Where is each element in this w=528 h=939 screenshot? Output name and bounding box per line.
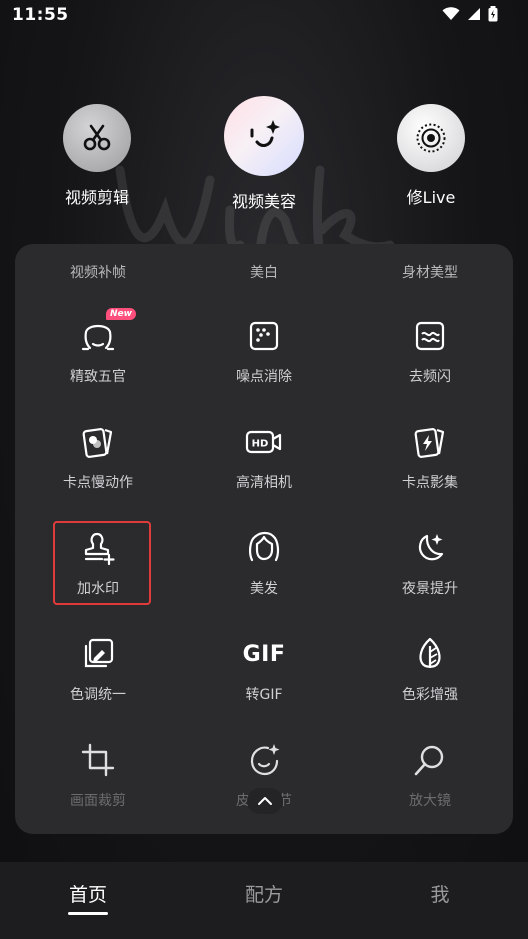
tool-color-enhance[interactable]: 色彩增强 <box>347 634 513 726</box>
slowmo-cards-icon <box>78 422 118 462</box>
tools-panel: 视频补帧 美白 身材美型 New 精致五官 噪点消除 去频闪 卡点慢动作 HD … <box>15 244 513 834</box>
svg-text:HD: HD <box>252 439 269 450</box>
live-photo-icon <box>397 104 465 172</box>
nav-me-label: 我 <box>430 884 450 906</box>
status-bar: 11:55 <box>0 0 528 32</box>
flicker-wave-icon <box>410 316 450 356</box>
watermark-highlight-box <box>53 521 151 605</box>
tool-magnifier[interactable]: 放大镜 <box>347 740 513 832</box>
nav-recipes-label: 配方 <box>244 884 283 906</box>
gif-icon: GIF <box>242 634 286 674</box>
noise-dots-icon <box>244 316 284 356</box>
group-label-body[interactable]: 身材美型 <box>347 262 513 282</box>
bottom-nav: 首页 配方 我 <box>0 862 528 939</box>
nav-me[interactable]: 我 <box>352 862 528 939</box>
tool-hair[interactable]: 美发 <box>181 528 347 620</box>
skin-sparkle-icon <box>244 740 284 780</box>
live-edit-label: 修Live <box>406 188 456 207</box>
tool-skin-detail[interactable]: 皮肤细节 <box>181 740 347 832</box>
tool-label: 放大镜 <box>409 793 451 809</box>
tool-label: 高清相机 <box>236 475 292 491</box>
nav-active-indicator <box>68 912 108 915</box>
signal-icon <box>468 8 480 20</box>
tool-label: 精致五官 <box>70 369 126 385</box>
video-beauty-label: 视频美容 <box>231 192 296 211</box>
group-label-frame[interactable]: 视频补帧 <box>15 262 181 282</box>
tool-photo-album[interactable]: 卡点影集 <box>347 422 513 514</box>
face-sparkle-icon <box>224 96 304 176</box>
crop-icon <box>78 740 118 780</box>
lightning-cards-icon <box>410 422 450 462</box>
color-picker-icon <box>78 634 118 674</box>
video-beauty-tool[interactable]: 视频美容 <box>209 96 319 212</box>
video-edit-label: 视频剪辑 <box>64 188 129 207</box>
group-label-whiten[interactable]: 美白 <box>181 262 347 282</box>
tool-label: 卡点影集 <box>402 475 458 491</box>
tool-label: 转GIF <box>245 687 283 703</box>
tool-hd-camera[interactable]: HD 高清相机 <box>181 422 347 514</box>
status-time: 11:55 <box>12 5 69 25</box>
tool-label: 噪点消除 <box>236 369 292 385</box>
scissors-icon <box>63 104 131 172</box>
magnifier-icon <box>410 740 450 780</box>
battery-icon <box>488 6 498 22</box>
tool-unify-tone[interactable]: 色调统一 <box>15 634 181 726</box>
live-edit-tool[interactable]: 修Live <box>376 104 486 208</box>
chevron-up-icon <box>258 797 272 805</box>
face-outline-icon: New <box>78 308 136 356</box>
tool-night-enhance[interactable]: 夜景提升 <box>347 528 513 620</box>
tool-label: 美发 <box>250 581 278 597</box>
tool-label: 色彩增强 <box>402 687 458 703</box>
tool-crop[interactable]: 画面裁剪 <box>15 740 181 832</box>
tool-slowmo-sync[interactable]: 卡点慢动作 <box>15 422 181 514</box>
nav-home[interactable]: 首页 <box>0 862 176 939</box>
nav-recipes[interactable]: 配方 <box>176 862 352 939</box>
moon-sparkle-icon <box>410 528 450 568</box>
tool-refine-features[interactable]: New 精致五官 <box>15 308 181 408</box>
gif-icon-text: GIF <box>242 641 286 667</box>
video-edit-tool[interactable]: 视频剪辑 <box>42 104 152 208</box>
tool-label: 夜景提升 <box>402 581 458 597</box>
leaf-contrast-icon <box>410 634 450 674</box>
tool-denoise[interactable]: 噪点消除 <box>181 316 347 408</box>
tool-label: 画面裁剪 <box>70 793 126 809</box>
tool-label: 色调统一 <box>70 687 126 703</box>
group-header-row: 视频补帧 美白 身材美型 <box>15 262 513 282</box>
hair-icon <box>244 528 284 568</box>
tool-to-gif[interactable]: GIF 转GIF <box>181 634 347 726</box>
tool-label: 卡点慢动作 <box>63 475 133 491</box>
tool-label: 去频闪 <box>409 369 451 385</box>
hd-camera-icon: HD <box>244 422 284 462</box>
new-badge: New <box>106 308 136 320</box>
tool-deflicker[interactable]: 去频闪 <box>347 316 513 408</box>
wifi-icon <box>442 7 460 20</box>
collapse-panel-button[interactable] <box>247 788 283 814</box>
nav-home-label: 首页 <box>68 884 107 906</box>
